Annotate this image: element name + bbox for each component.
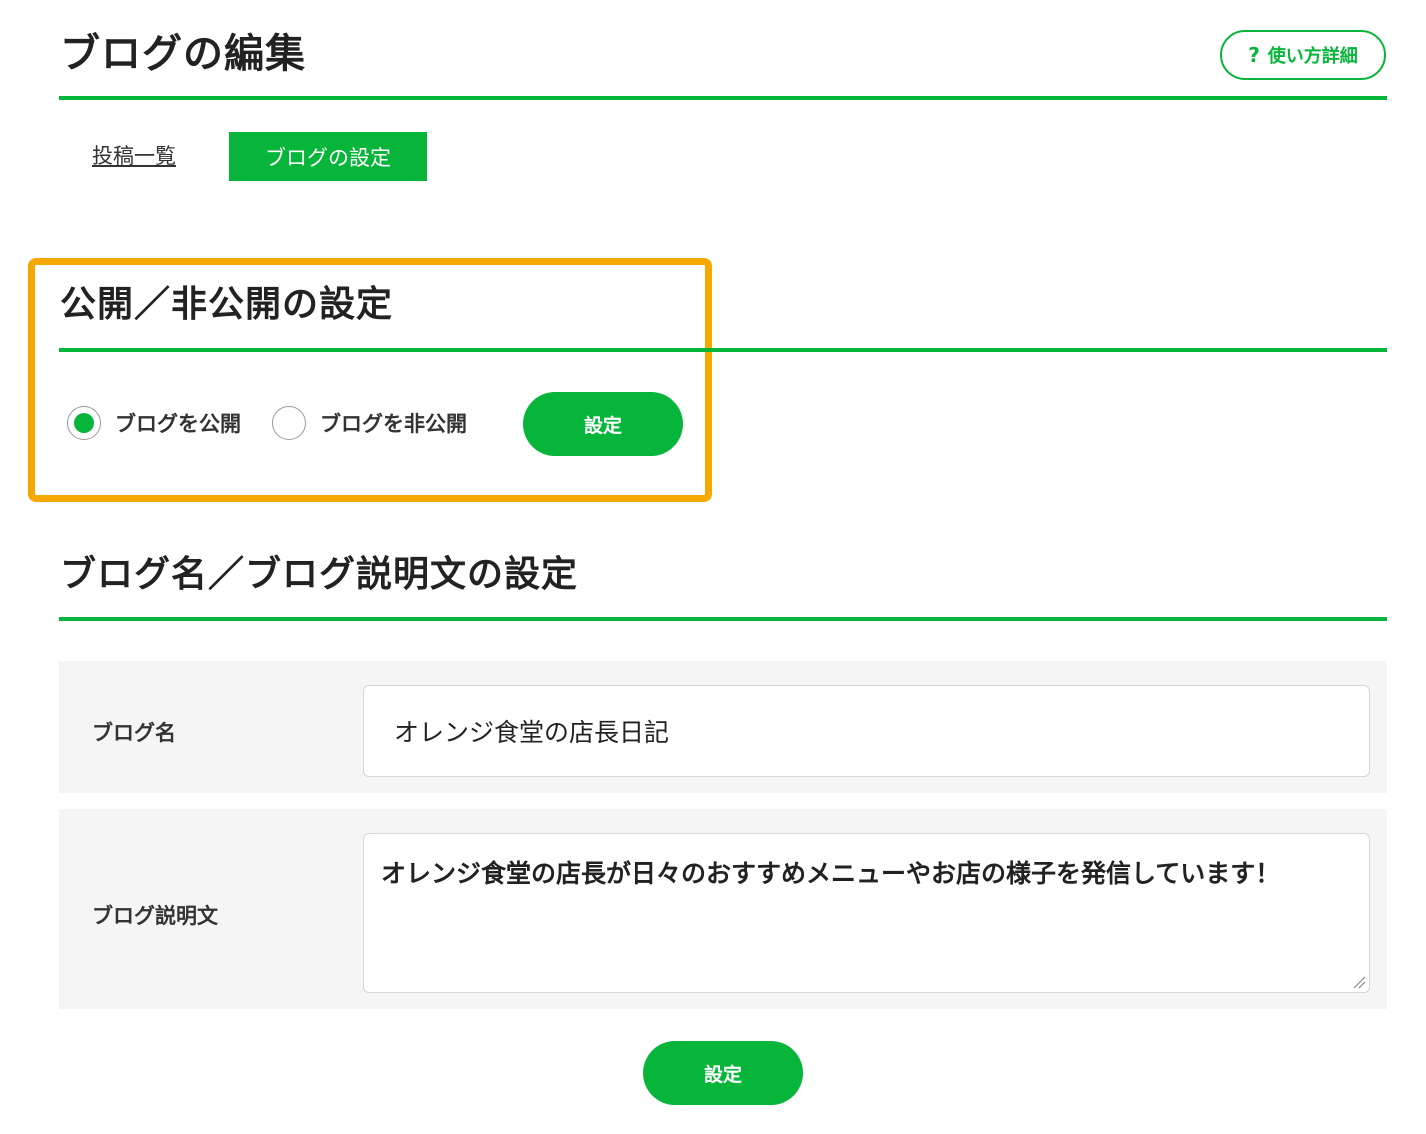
blog-edit-page: ブログの編集 ? 使い方詳細 投稿一覧 ブログの設定 公開／非公開の設定 ブログ… <box>0 0 1426 1134</box>
tab-blog-settings[interactable]: ブログの設定 <box>229 132 427 181</box>
question-icon: ? <box>1248 43 1260 67</box>
blog-description-textarea[interactable]: オレンジ食堂の店長が日々のおすすめメニューやお店の様子を発信しています！ <box>363 833 1370 993</box>
visibility-section-divider <box>59 348 1387 352</box>
radio-private-label: ブログを非公開 <box>320 412 467 436</box>
radio-public[interactable]: ブログを公開 <box>67 406 241 440</box>
blog-description-row: ブログ説明文 オレンジ食堂の店長が日々のおすすめメニューやお店の様子を発信してい… <box>59 809 1387 1009</box>
visibility-submit-button[interactable]: 設定 <box>523 392 683 456</box>
header-divider <box>59 96 1387 100</box>
page-title: ブログの編集 <box>60 31 306 77</box>
radio-public-circle[interactable] <box>67 406 101 440</box>
name-section-divider <box>59 617 1387 621</box>
radio-private[interactable]: ブログを非公開 <box>272 406 467 440</box>
help-button[interactable]: ? 使い方詳細 <box>1220 30 1386 80</box>
name-submit-button[interactable]: 設定 <box>643 1041 803 1105</box>
blog-name-input[interactable]: オレンジ食堂の店長日記 <box>363 685 1370 777</box>
blog-name-row: ブログ名 オレンジ食堂の店長日記 <box>59 661 1387 793</box>
help-button-label: 使い方詳細 <box>1267 46 1358 67</box>
resize-handle-icon[interactable] <box>1352 975 1366 989</box>
visibility-section-title: 公開／非公開の設定 <box>60 284 394 325</box>
name-section-title: ブログ名／ブログ説明文の設定 <box>60 554 579 595</box>
blog-description-text: オレンジ食堂の店長が日々のおすすめメニューやお店の様子を発信しています！ <box>381 859 1281 888</box>
blog-description-label: ブログ説明文 <box>92 904 218 928</box>
blog-name-label: ブログ名 <box>92 721 176 745</box>
radio-public-label: ブログを公開 <box>115 412 241 436</box>
radio-selected-dot <box>74 413 94 433</box>
radio-private-circle[interactable] <box>272 406 306 440</box>
tab-post-list[interactable]: 投稿一覧 <box>92 142 176 170</box>
